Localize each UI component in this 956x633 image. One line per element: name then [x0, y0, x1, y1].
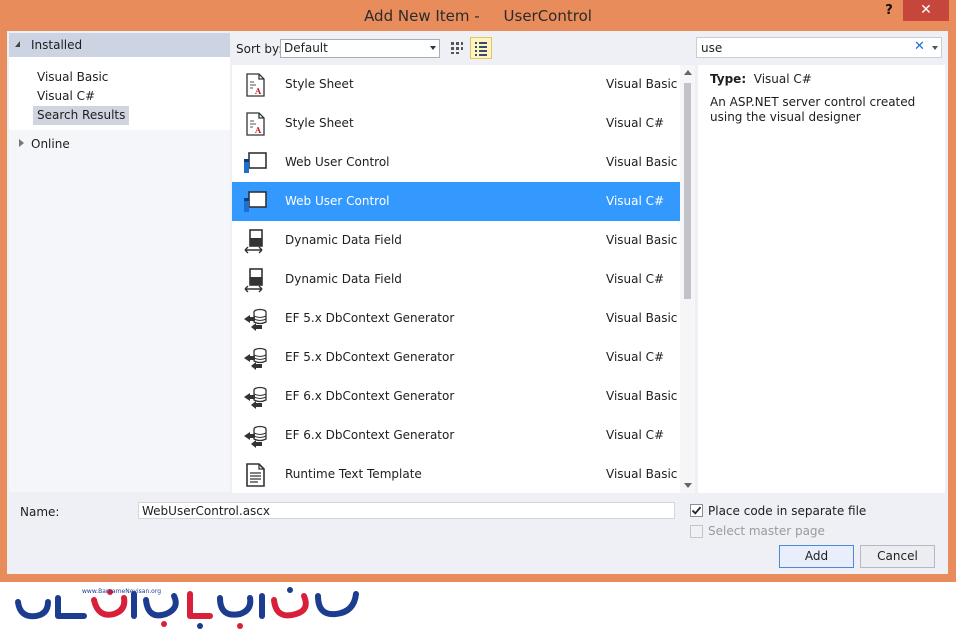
template-language: Visual C#: [606, 194, 665, 208]
template-name: Web User Control: [285, 155, 390, 169]
dbcontext-generator-icon: [242, 423, 268, 449]
template-row[interactable]: EF 5.x DbContext Generator Visual Basic: [232, 299, 680, 338]
tree-item-visual-basic[interactable]: Visual Basic: [33, 68, 112, 87]
checkmark-icon: [691, 506, 702, 515]
template-description: An ASP.NET server control created using …: [710, 95, 916, 124]
name-input[interactable]: [138, 502, 675, 519]
template-name: EF 6.x DbContext Generator: [285, 428, 455, 442]
cancel-button[interactable]: Cancel: [860, 545, 935, 568]
list-view-icon: [475, 42, 487, 56]
list-view-button[interactable]: [470, 37, 492, 59]
watermark-url: www.BarnameNevisan.org: [82, 588, 161, 595]
dialog-client-area: Installed Visual Basic Visual C# Search …: [7, 31, 948, 574]
dbcontext-generator-icon: [242, 384, 268, 410]
user-control-icon: [242, 189, 268, 215]
installed-label: Installed: [31, 38, 83, 52]
close-button[interactable]: ✕: [903, 0, 949, 21]
dynamic-data-field-icon: [242, 267, 268, 293]
template-row[interactable]: EF 6.x DbContext Generator Visual C#: [232, 416, 680, 455]
online-node[interactable]: Online: [9, 134, 230, 154]
template-row[interactable]: Web User Control Visual Basic: [232, 143, 680, 182]
separate-file-label[interactable]: Place code in separate file: [708, 504, 866, 518]
template-language: Visual C#: [606, 350, 665, 364]
dbcontext-generator-icon: [242, 306, 268, 332]
online-label: Online: [31, 137, 70, 151]
expanded-triangle-icon[interactable]: [15, 41, 20, 47]
template-language: Visual Basic: [606, 467, 678, 481]
add-new-item-dialog: Add New Item - UserControl ? ✕ Installed…: [0, 0, 956, 582]
grid-view-button[interactable]: [446, 37, 468, 59]
template-name: EF 5.x DbContext Generator: [285, 350, 455, 364]
window-title: Add New Item - UserControl: [364, 7, 592, 25]
stylesheet-icon: A: [242, 72, 268, 98]
dynamic-data-field-icon: [242, 228, 268, 254]
search-options-chevron-down-icon[interactable]: [932, 46, 938, 50]
template-name: Web User Control: [285, 194, 390, 208]
template-language: Visual C#: [606, 116, 665, 130]
template-language: Visual Basic: [606, 389, 678, 403]
user-control-icon: [242, 150, 268, 176]
scroll-up-arrow-icon[interactable]: [684, 70, 692, 75]
sort-by-value: Default: [284, 41, 328, 55]
template-language: Visual Basic: [606, 155, 678, 169]
search-input[interactable]: [701, 40, 901, 55]
search-box[interactable]: ✕: [696, 37, 942, 58]
installed-children: Visual Basic Visual C# Search Results: [9, 57, 230, 130]
template-row[interactable]: Runtime Text Template Visual Basic: [232, 455, 680, 493]
template-name: EF 6.x DbContext Generator: [285, 389, 455, 403]
tree-item-visual-csharp[interactable]: Visual C#: [33, 87, 99, 106]
logo-graphic: www.BarnameNevisan.org: [15, 587, 359, 629]
template-name: EF 5.x DbContext Generator: [285, 311, 455, 325]
template-name: Dynamic Data Field: [285, 272, 402, 286]
template-list[interactable]: A Style Sheet Visual Basic A Style Sheet Visu…: [232, 65, 695, 493]
template-language: Visual Basic: [606, 77, 678, 91]
master-page-checkbox[interactable]: [690, 525, 703, 538]
master-page-label: Select master page: [708, 524, 825, 538]
template-language: Visual Basic: [606, 233, 678, 247]
grid-view-icon: [451, 42, 463, 54]
close-icon[interactable]: ✕: [914, 39, 925, 54]
template-name: Style Sheet: [285, 77, 354, 91]
template-language: Visual C#: [606, 272, 665, 286]
template-row[interactable]: A Style Sheet Visual C#: [232, 104, 680, 143]
template-row[interactable]: EF 5.x DbContext Generator Visual C#: [232, 338, 680, 377]
details-pane: Type: Visual C# An ASP.NET server contro…: [698, 65, 945, 493]
template-name: Runtime Text Template: [285, 467, 422, 481]
category-tree: Installed Visual Basic Visual C# Search …: [9, 33, 230, 492]
dbcontext-generator-icon: [242, 345, 268, 371]
dropdown-arrow-icon: [430, 46, 436, 50]
type-label: Type:: [710, 72, 747, 86]
template-row[interactable]: Dynamic Data Field Visual Basic: [232, 221, 680, 260]
type-value: Visual C#: [753, 72, 812, 86]
sort-by-label: Sort by:: [236, 42, 283, 56]
list-scrollbar[interactable]: [680, 65, 695, 493]
type-line: Type: Visual C#: [710, 72, 812, 86]
scroll-down-arrow-icon[interactable]: [684, 483, 692, 488]
add-button[interactable]: Add: [779, 545, 854, 568]
template-name: Dynamic Data Field: [285, 233, 402, 247]
barnamenevisan-logo: www.BarnameNevisan.org: [14, 584, 364, 630]
help-button[interactable]: ?: [880, 3, 898, 23]
scroll-thumb[interactable]: [684, 83, 691, 299]
template-row[interactable]: Dynamic Data Field Visual C#: [232, 260, 680, 299]
template-row[interactable]: A Style Sheet Visual Basic: [232, 65, 680, 104]
svg-text:A: A: [254, 86, 262, 96]
text-template-icon: [242, 462, 268, 488]
template-language: Visual C#: [606, 428, 665, 442]
name-label: Name:: [20, 505, 60, 519]
installed-node[interactable]: Installed: [9, 33, 230, 57]
tree-item-search-results[interactable]: Search Results: [33, 106, 130, 125]
template-language: Visual Basic: [606, 311, 678, 325]
stylesheet-icon: A: [242, 111, 268, 137]
template-name: Style Sheet: [285, 116, 354, 130]
collapsed-triangle-icon[interactable]: [19, 139, 24, 147]
template-row[interactable]: EF 6.x DbContext Generator Visual Basic: [232, 377, 680, 416]
template-row[interactable]: Web User Control Visual C#: [232, 182, 680, 221]
svg-text:A: A: [254, 125, 262, 135]
sort-by-dropdown[interactable]: Default: [280, 39, 440, 58]
separate-file-checkbox[interactable]: [690, 504, 703, 517]
title-bar[interactable]: Add New Item - UserControl ? ✕: [0, 0, 956, 31]
